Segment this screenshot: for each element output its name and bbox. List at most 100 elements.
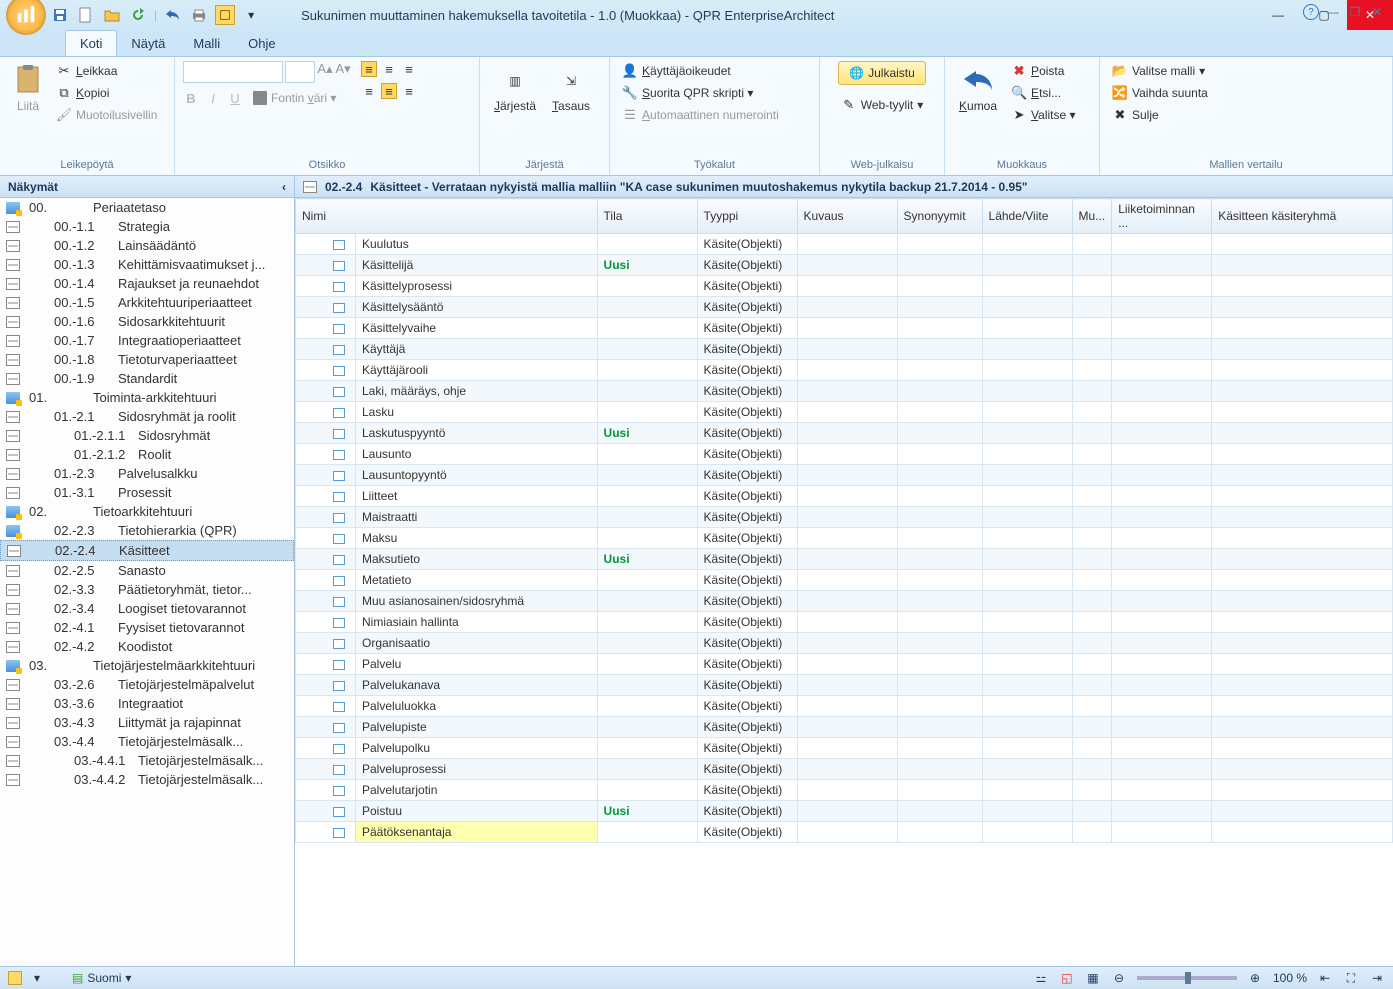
table-row[interactable]: PalveluluokkaKäsite(Objekti) [296,696,1393,717]
table-row[interactable]: KäsittelyvaiheKäsite(Objekti) [296,318,1393,339]
nav-item[interactable]: 00.-1.1Strategia [0,217,294,236]
table-row[interactable]: MetatietoKäsite(Objekti) [296,570,1393,591]
table-row[interactable]: PalveluKäsite(Objekti) [296,654,1393,675]
nav-item[interactable]: 01.-2.1Sidosryhmät ja roolit [0,407,294,426]
copy-button[interactable]: ⧉Kopioi [52,83,161,103]
close-compare-button[interactable]: ✖Sulje [1108,105,1212,125]
table-row[interactable]: OrganisaatioKäsite(Objekti) [296,633,1393,654]
align-left-icon[interactable]: ≡ [361,61,377,77]
paste-button[interactable]: Liitä [8,61,48,115]
zoom-out-icon[interactable]: ⊖ [1111,970,1127,986]
table-row[interactable]: PoistuuUusiKäsite(Objekti) [296,801,1393,822]
table-row[interactable]: PäätöksenantajaKäsite(Objekti) [296,822,1393,843]
italic-icon[interactable]: I [205,90,221,106]
new-icon[interactable] [76,5,96,25]
table-row[interactable]: MaistraattiKäsite(Objekti) [296,507,1393,528]
nav-item[interactable]: 01.-2.1.1Sidosryhmät [0,426,294,445]
expand-left-icon[interactable]: ⇤ [1317,970,1333,986]
align-top-icon[interactable]: ≡ [361,83,377,99]
qat-dropdown-icon[interactable]: ▾ [241,5,261,25]
column-header[interactable]: Tila [597,199,697,234]
nav-item[interactable]: 02.-4.2Koodistot [0,637,294,656]
open-icon[interactable] [102,5,122,25]
table-row[interactable]: LaskuKäsite(Objekti) [296,402,1393,423]
delete-button[interactable]: ✖Poista [1007,61,1080,81]
find-button[interactable]: 🔍Etsi... [1007,83,1080,103]
align-middle-icon[interactable]: ≡ [381,83,397,99]
nav-item[interactable]: 01.Toiminta-arkkitehtuuri [0,388,294,407]
nav-item[interactable]: 03.-3.6Integraatiot [0,694,294,713]
highlight-icon[interactable] [215,5,235,25]
undo-icon[interactable] [163,5,183,25]
table-row[interactable]: KäyttäjäKäsite(Objekti) [296,339,1393,360]
table-row[interactable]: LiitteetKäsite(Objekti) [296,486,1393,507]
nav-item[interactable]: 03.-4.3Liittymät ja rajapinnat [0,713,294,732]
table-row[interactable]: KuulutusKäsite(Objekti) [296,234,1393,255]
table-row[interactable]: LausuntopyyntöKäsite(Objekti) [296,465,1393,486]
column-header[interactable]: Kuvaus [797,199,897,234]
nav-item[interactable]: 00.-1.3Kehittämisvaatimukset j... [0,255,294,274]
run-script-button[interactable]: 🔧Suorita QPR skripti ▾ [618,83,783,103]
nav-item[interactable]: 03.-2.6Tietojärjestelmäpalvelut [0,675,294,694]
select-button[interactable]: ➤Valitse ▾ [1007,105,1080,125]
table-row[interactable]: PalvelukanavaKäsite(Objekti) [296,675,1393,696]
format-painter-button[interactable]: 🖌Muotoilusivellin [52,105,161,125]
nav-item[interactable]: 00.-1.8Tietoturvaperiaatteet [0,350,294,369]
ribbon-minimize-icon[interactable]: — [1325,4,1341,20]
nav-item[interactable]: 03.-4.4Tietojärjestelmäsalk... [0,732,294,751]
table-row[interactable]: KäsittelyprosessiKäsite(Objekti) [296,276,1393,297]
nav-item[interactable]: 00.-1.6Sidosarkkitehtuurit [0,312,294,331]
hierarchy-icon[interactable]: ⚍ [1033,970,1049,986]
language-indicator[interactable]: ▤Suomi ▾ [72,971,131,985]
fit-icon[interactable]: ⛶ [1343,970,1359,986]
table-row[interactable]: MaksutietoUusiKäsite(Objekti) [296,549,1393,570]
column-header[interactable]: Lähde/Viite [982,199,1072,234]
zoom-slider[interactable] [1137,976,1237,980]
table-row[interactable]: Laki, määräys, ohjeKäsite(Objekti) [296,381,1393,402]
align-bottom-icon[interactable]: ≡ [401,83,417,99]
table-row[interactable]: PalveluprosessiKäsite(Objekti) [296,759,1393,780]
font-size-field[interactable] [285,61,315,83]
cut-button[interactable]: ✂Leikkaa [52,61,161,81]
column-header[interactable]: Liiketoiminnan ... [1112,199,1212,234]
nav-item[interactable]: 02.Tietoarkkitehtuuri [0,502,294,521]
column-header[interactable]: Nimi [296,199,598,234]
column-header[interactable]: Tyyppi [697,199,797,234]
ribbon-tab-malli[interactable]: Malli [179,31,234,56]
ribbon-restore-icon[interactable]: ❐ [1347,4,1363,20]
table-row[interactable]: PalvelutarjotinKäsite(Objekti) [296,780,1393,801]
align-button[interactable]: ⇲ Tasaus [546,61,596,117]
column-header[interactable]: Mu... [1072,199,1112,234]
table-row[interactable]: LaskutuspyyntöUusiKäsite(Objekti) [296,423,1393,444]
ribbon-tab-nayta[interactable]: Näytä [117,31,179,56]
status-dropdown-icon[interactable]: ▾ [34,971,40,985]
nav-item[interactable]: 00.-1.7Integraatioperiaatteet [0,331,294,350]
align-right-icon[interactable]: ≡ [401,61,417,77]
ribbon-tab-ohje[interactable]: Ohje [234,31,289,56]
font-shrink-icon[interactable]: A▾ [335,61,351,77]
ribbon-tab-koti[interactable]: Koti [65,30,117,56]
column-header[interactable]: Synonyymit [897,199,982,234]
change-direction-button[interactable]: 🔀Vaihda suunta [1108,83,1212,103]
auto-number-button[interactable]: ☰Automaattinen numerointi [618,105,783,125]
nav-item[interactable]: 00.Periaatetaso [0,198,294,217]
bold-icon[interactable]: B [183,90,199,106]
publish-button[interactable]: 🌐Julkaistu [838,61,926,85]
nav-item[interactable]: 00.-1.5Arkkitehtuuriperiaatteet [0,293,294,312]
refresh-icon[interactable] [128,5,148,25]
zoom-in-icon[interactable]: ⊕ [1247,970,1263,986]
nav-collapse-icon[interactable]: ‹ [282,180,286,194]
table-row[interactable]: PalvelupolkuKäsite(Objekti) [296,738,1393,759]
nav-item[interactable]: 01.-2.1.2Roolit [0,445,294,464]
underline-icon[interactable]: U [227,90,243,106]
sort-button[interactable]: ▥ Järjestä [488,61,542,117]
table-row[interactable]: LausuntoKäsite(Objekti) [296,444,1393,465]
nav-item[interactable]: 01.-2.3Palvelusalkku [0,464,294,483]
table-row[interactable]: KäsittelysääntöKäsite(Objekti) [296,297,1393,318]
minimize-button[interactable]: — [1255,0,1301,30]
nav-item[interactable]: 02.-2.4Käsitteet [0,540,294,561]
nav-item[interactable]: 02.-2.5Sanasto [0,561,294,580]
table-row[interactable]: Nimiasiain hallintaKäsite(Objekti) [296,612,1393,633]
font-grow-icon[interactable]: A▴ [317,61,333,77]
expand-right-icon[interactable]: ⇥ [1369,970,1385,986]
